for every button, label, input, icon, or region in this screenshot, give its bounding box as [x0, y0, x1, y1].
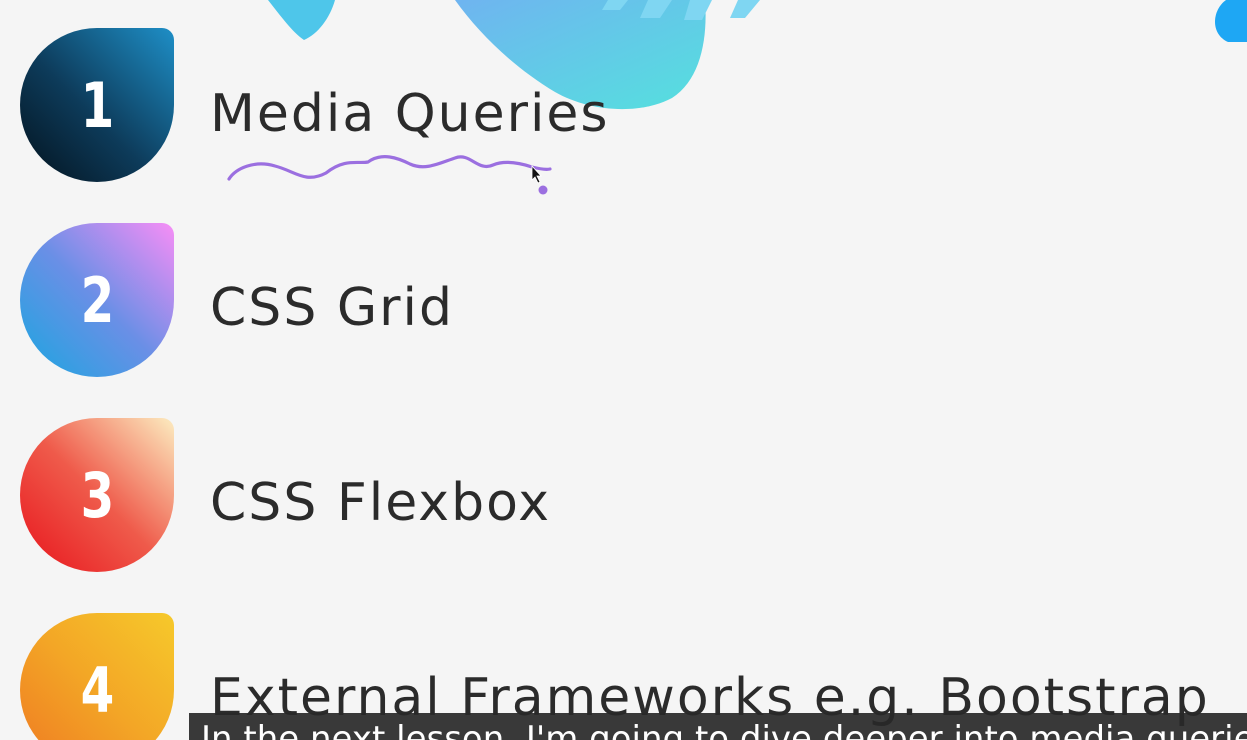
- caption-text: In the next lesson, I'm going to dive de…: [201, 719, 1247, 740]
- item-title: Media Queries: [210, 84, 610, 144]
- slide: 1 Media Queries 2 CSS Grid 3 CSS Flexbox…: [0, 0, 1247, 740]
- badge-number: 1: [80, 68, 115, 142]
- badge-number: 3: [80, 458, 115, 532]
- number-badge: 2: [20, 223, 174, 377]
- badge-number: 4: [80, 653, 115, 727]
- item-title: CSS Flexbox: [210, 473, 552, 533]
- number-badge: 4: [20, 613, 174, 740]
- cyan-stripes: [602, 0, 760, 20]
- number-badge: 1: [20, 28, 174, 182]
- list-item-3: 3 CSS Flexbox: [20, 418, 1247, 578]
- list-item-1: 1 Media Queries: [20, 28, 1247, 188]
- number-badge: 3: [20, 418, 174, 572]
- caption-bar: In the next lesson, I'm going to dive de…: [189, 713, 1247, 740]
- list-item-2: 2 CSS Grid: [20, 223, 1247, 383]
- badge-number: 2: [80, 263, 115, 337]
- item-title: CSS Grid: [210, 278, 454, 338]
